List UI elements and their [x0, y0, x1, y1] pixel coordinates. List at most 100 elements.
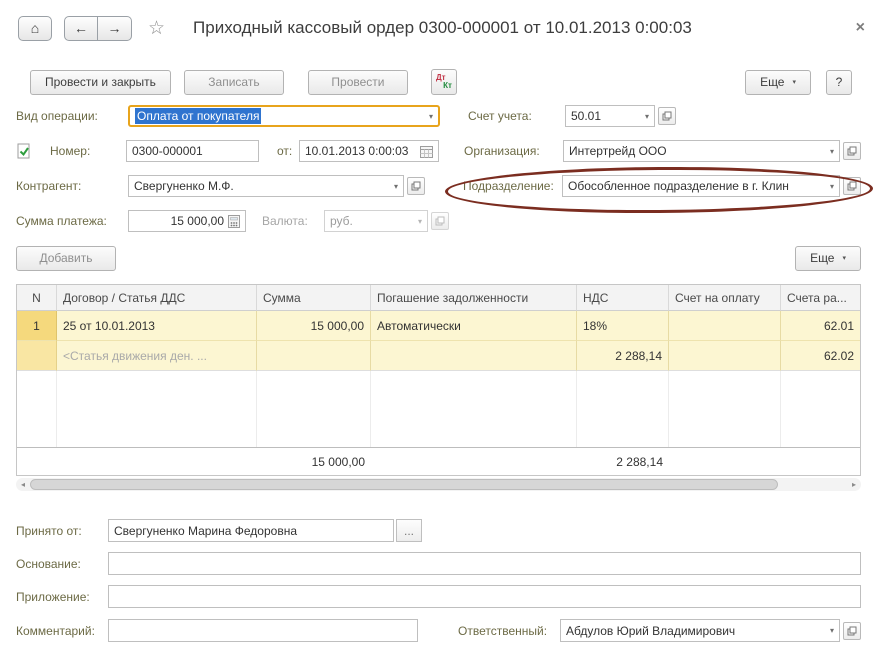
- column-header-n[interactable]: N: [17, 285, 57, 311]
- scroll-left-icon[interactable]: ◂: [16, 480, 30, 489]
- forward-button[interactable]: →: [98, 16, 132, 41]
- date-field[interactable]: [299, 140, 439, 162]
- cell-row-number[interactable]: [17, 341, 57, 371]
- chevron-down-icon[interactable]: ▾: [824, 147, 834, 156]
- favorite-star-icon[interactable]: ☆: [148, 17, 165, 40]
- amount-field[interactable]: [128, 210, 246, 232]
- counterparty-select[interactable]: Свергуненко М.Ф. ▾: [128, 175, 404, 197]
- attachment-field[interactable]: [108, 585, 861, 608]
- total-vat: 2 288,14: [577, 448, 669, 475]
- open-link-icon: [847, 626, 857, 636]
- horizontal-scrollbar[interactable]: ◂ ▸: [16, 478, 861, 491]
- cell-contract[interactable]: 25 от 10.01.2013: [57, 311, 257, 341]
- cell-cashflow-item[interactable]: <Статья движения ден. ...: [57, 341, 257, 371]
- show-postings-button[interactable]: Дт Кт: [431, 69, 457, 95]
- scrollbar-thumb[interactable]: [30, 479, 778, 490]
- division-select[interactable]: Обособленное подразделение в г. Клин ▾: [562, 175, 840, 197]
- table-header-row: N Договор / Статья ДДС Сумма Погашение з…: [17, 285, 860, 311]
- received-from-input[interactable]: [114, 524, 388, 538]
- chevron-down-icon[interactable]: ▾: [824, 626, 834, 635]
- cell-vat-rate[interactable]: 18%: [577, 311, 669, 341]
- cell-sum[interactable]: [257, 341, 371, 371]
- chevron-down-icon: ▾: [412, 217, 422, 226]
- close-icon[interactable]: ×: [856, 19, 865, 37]
- responsible-value: Абдулов Юрий Владимирович: [566, 624, 735, 638]
- counterparty-label: Контрагент:: [16, 179, 128, 193]
- cell-repayment[interactable]: Автоматически: [371, 311, 577, 341]
- organization-label: Организация:: [464, 144, 563, 158]
- column-header-invoice[interactable]: Счет на оплату: [669, 285, 781, 311]
- attachment-input[interactable]: [114, 590, 855, 604]
- credit-label: Кт: [443, 82, 452, 90]
- cell-settlement-account[interactable]: 62.01: [781, 311, 860, 341]
- account-select[interactable]: 50.01 ▾: [565, 105, 655, 127]
- items-more-button[interactable]: Еще ▾: [795, 246, 861, 271]
- operation-value: Оплата от покупателя: [135, 108, 261, 124]
- received-from-browse-button[interactable]: ...: [396, 519, 422, 542]
- page-title: Приходный кассовый ордер 0300-000001 от …: [193, 18, 692, 38]
- operation-select[interactable]: Оплата от покупателя ▾: [128, 105, 440, 127]
- number-input[interactable]: [132, 144, 253, 158]
- scroll-right-icon[interactable]: ▸: [847, 480, 861, 489]
- open-link-icon: [662, 111, 672, 121]
- help-button[interactable]: ?: [826, 70, 852, 95]
- organization-open-button[interactable]: [843, 142, 861, 160]
- cell-sum[interactable]: 15 000,00: [257, 311, 371, 341]
- back-button[interactable]: ←: [64, 16, 98, 41]
- chevron-down-icon[interactable]: ▾: [824, 182, 834, 191]
- date-input[interactable]: [305, 144, 416, 158]
- chevron-down-icon: ▾: [842, 254, 846, 262]
- cell-invoice[interactable]: [669, 341, 781, 371]
- items-more-label: Еще: [810, 251, 834, 265]
- table-row[interactable]: 1 25 от 10.01.2013 15 000,00 Автоматичес…: [17, 311, 860, 341]
- chevron-down-icon[interactable]: ▾: [388, 182, 398, 191]
- responsible-select[interactable]: Абдулов Юрий Владимирович ▾: [560, 619, 840, 642]
- currency-open-button: [431, 212, 449, 230]
- post-button[interactable]: Провести: [308, 70, 408, 95]
- post-and-close-button[interactable]: Провести и закрыть: [30, 70, 171, 95]
- table-totals-row: 15 000,00 2 288,14: [17, 447, 860, 475]
- organization-select[interactable]: Интертрейд ООО ▾: [563, 140, 840, 162]
- chevron-down-icon[interactable]: ▾: [423, 112, 433, 121]
- comment-field[interactable]: [108, 619, 418, 642]
- back-icon: ←: [74, 20, 88, 36]
- division-open-button[interactable]: [843, 177, 861, 195]
- account-value: 50.01: [571, 109, 601, 123]
- cell-row-number[interactable]: 1: [17, 311, 57, 341]
- table-row[interactable]: <Статья движения ден. ... 2 288,14 62.02: [17, 341, 860, 371]
- responsible-open-button[interactable]: [843, 622, 861, 640]
- more-actions-button[interactable]: Еще ▾: [745, 70, 811, 95]
- basis-input[interactable]: [114, 557, 855, 571]
- currency-select: руб. ▾: [324, 210, 428, 232]
- basis-field[interactable]: [108, 552, 861, 575]
- column-header-vat[interactable]: НДС: [577, 285, 669, 311]
- account-open-button[interactable]: [658, 107, 676, 125]
- calculator-icon[interactable]: [228, 215, 240, 228]
- column-header-contract[interactable]: Договор / Статья ДДС: [57, 285, 257, 311]
- received-from-field[interactable]: [108, 519, 394, 542]
- column-header-repayment[interactable]: Погашение задолженности: [371, 285, 577, 311]
- date-label: от:: [277, 144, 299, 158]
- cash-receipt-order-window: ⌂ ← → ☆ Приходный кассовый ордер 0300-00…: [0, 0, 877, 658]
- calendar-icon[interactable]: [420, 145, 433, 158]
- document-status-icon: [16, 143, 32, 159]
- number-field[interactable]: [126, 140, 259, 162]
- column-header-sum[interactable]: Сумма: [257, 285, 371, 311]
- counterparty-open-button[interactable]: [407, 177, 425, 195]
- cell-vat-amount[interactable]: 2 288,14: [577, 341, 669, 371]
- chevron-down-icon[interactable]: ▾: [639, 112, 649, 121]
- comment-input[interactable]: [114, 624, 412, 638]
- save-button[interactable]: Записать: [184, 70, 284, 95]
- column-header-settlement[interactable]: Счета ра...: [781, 285, 860, 311]
- amount-input[interactable]: [134, 214, 224, 228]
- cell-settlement-account[interactable]: 62.02: [781, 341, 860, 371]
- cell-repayment[interactable]: [371, 341, 577, 371]
- attachment-label: Приложение:: [16, 590, 108, 604]
- currency-value: руб.: [330, 214, 353, 228]
- cell-invoice[interactable]: [669, 311, 781, 341]
- forward-icon: →: [108, 20, 122, 36]
- chevron-down-icon: ▾: [792, 78, 796, 86]
- add-row-button[interactable]: Добавить: [16, 246, 116, 271]
- home-button[interactable]: ⌂: [18, 16, 52, 41]
- open-link-icon: [847, 181, 857, 191]
